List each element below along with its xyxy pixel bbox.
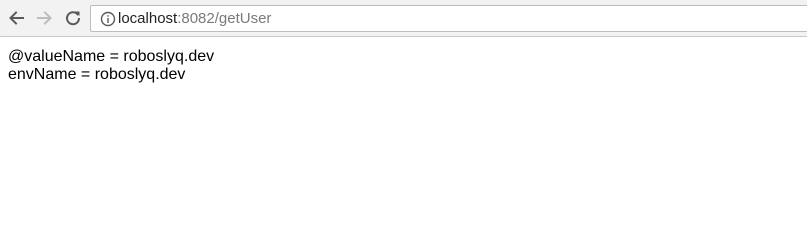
address-bar[interactable]: localhost:8082/getUser: [90, 5, 807, 32]
page-content: @valueName = roboslyq.dev envName = robo…: [8, 48, 214, 84]
forward-arrow-icon: [37, 11, 52, 25]
url-path: :8082/getUser: [177, 10, 272, 27]
info-icon[interactable]: [100, 11, 116, 27]
reload-button[interactable]: [61, 6, 85, 30]
value-name-line: @valueName = roboslyq.dev: [8, 48, 215, 65]
env-name-line: envName = roboslyq.dev: [8, 66, 186, 83]
browser-toolbar: localhost:8082/getUser: [0, 0, 807, 37]
url-text[interactable]: localhost:8082/getUser: [118, 10, 271, 28]
back-arrow-icon: [9, 11, 24, 25]
back-button[interactable]: [4, 6, 28, 30]
forward-button[interactable]: [33, 6, 57, 30]
reload-icon: [66, 11, 81, 26]
url-host: localhost: [118, 10, 178, 27]
browser-window: localhost:8082/getUser @valueName = robo…: [0, 0, 807, 224]
